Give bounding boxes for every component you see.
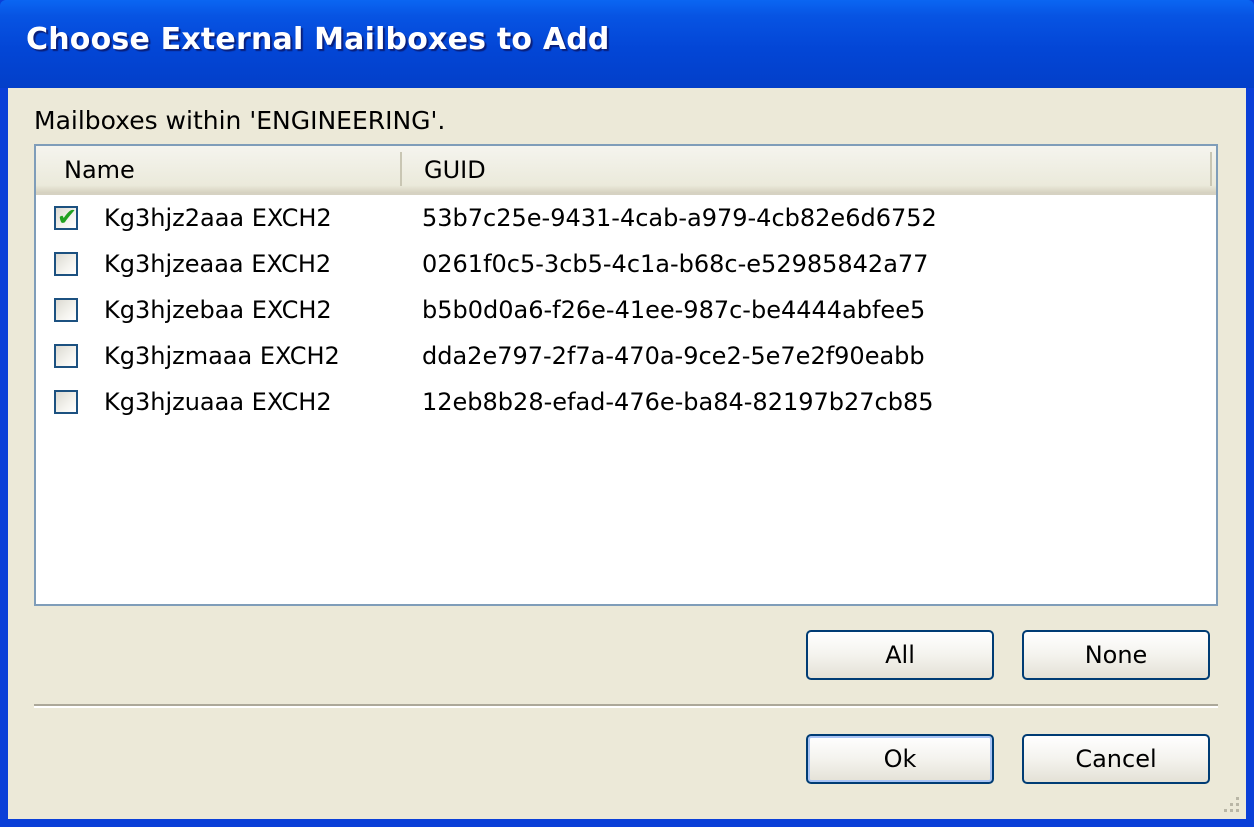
list-item[interactable]: Kg3hjzebaa EXCH2 b5b0d0a6-f26e-41ee-987c… (36, 288, 1216, 334)
mailbox-name: Kg3hjzebaa EXCH2 (104, 296, 332, 324)
separator-line (34, 704, 1218, 708)
mailbox-list[interactable]: Name GUID ✔ Kg3hjz2aaa EXCH2 53b7c25e-94… (34, 144, 1218, 606)
mailbox-guid: 0261f0c5-3cb5-4c1a-b68c-e52985842a77 (422, 250, 929, 278)
column-separator[interactable] (400, 152, 402, 186)
select-none-button[interactable]: None (1022, 630, 1210, 680)
checkmark-icon: ✔ (57, 203, 78, 231)
row-checkbox[interactable] (54, 344, 78, 368)
ok-button[interactable]: Ok (806, 734, 994, 784)
mailbox-name: Kg3hjzuaaa EXCH2 (104, 388, 332, 416)
resize-grip-icon[interactable] (1220, 793, 1242, 815)
list-item[interactable]: Kg3hjzuaaa EXCH2 12eb8b28-efad-476e-ba84… (36, 380, 1216, 426)
dialog-body: Mailboxes within 'ENGINEERING'. Name GUI… (8, 88, 1246, 819)
list-item[interactable]: Kg3hjzmaaa EXCH2 dda2e797-2f7a-470a-9ce2… (36, 334, 1216, 380)
mailbox-name: Kg3hjzmaaa EXCH2 (104, 342, 340, 370)
mailbox-name: Kg3hjz2aaa EXCH2 (104, 204, 332, 232)
row-checkbox[interactable] (54, 298, 78, 322)
mailbox-scope-label: Mailboxes within 'ENGINEERING'. (34, 106, 446, 135)
list-header: Name GUID (36, 146, 1216, 195)
column-separator-end[interactable] (1210, 152, 1212, 186)
row-checkbox[interactable] (54, 390, 78, 414)
cancel-button[interactable]: Cancel (1022, 734, 1210, 784)
dialog-title: Choose External Mailboxes to Add (26, 22, 610, 57)
mailbox-name: Kg3hjzeaaa EXCH2 (104, 250, 332, 278)
title-bar[interactable]: Choose External Mailboxes to Add (0, 0, 1254, 88)
select-all-button[interactable]: All (806, 630, 994, 680)
mailbox-guid: 12eb8b28-efad-476e-ba84-82197b27cb85 (422, 388, 934, 416)
window-frame-bottom (0, 819, 1254, 827)
list-rows: ✔ Kg3hjz2aaa EXCH2 53b7c25e-9431-4cab-a9… (36, 196, 1216, 426)
mailbox-guid: dda2e797-2f7a-470a-9ce2-5e7e2f90eabb (422, 342, 925, 370)
row-checkbox[interactable] (54, 252, 78, 276)
list-item[interactable]: Kg3hjzeaaa EXCH2 0261f0c5-3cb5-4c1a-b68c… (36, 242, 1216, 288)
column-header-guid[interactable]: GUID (424, 156, 486, 184)
row-checkbox[interactable]: ✔ (54, 203, 78, 231)
mailbox-guid: b5b0d0a6-f26e-41ee-987c-be4444abfee5 (422, 296, 926, 324)
column-header-name[interactable]: Name (64, 156, 135, 184)
list-item[interactable]: ✔ Kg3hjz2aaa EXCH2 53b7c25e-9431-4cab-a9… (36, 196, 1216, 242)
mailbox-guid: 53b7c25e-9431-4cab-a979-4cb82e6d6752 (422, 204, 937, 232)
dialog-window: Choose External Mailboxes to Add Mailbox… (0, 0, 1254, 827)
